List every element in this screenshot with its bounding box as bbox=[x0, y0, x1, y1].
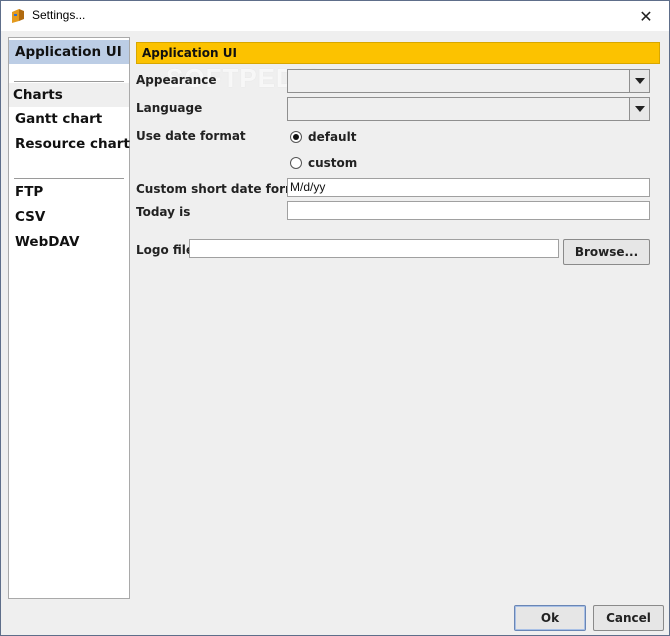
settings-window: Settings... ✕ Application UI Charts Gant… bbox=[0, 0, 670, 636]
cancel-button[interactable]: Cancel bbox=[593, 605, 664, 631]
radio-default-label: default bbox=[308, 130, 357, 144]
nav-item-gantt-chart[interactable]: Gantt chart bbox=[9, 107, 129, 131]
custom-short-date-input[interactable]: M/d/yy bbox=[287, 178, 650, 197]
nav-separator bbox=[14, 81, 124, 82]
today-is-field[interactable] bbox=[287, 201, 650, 220]
chevron-down-icon bbox=[634, 78, 645, 84]
nav-separator bbox=[14, 178, 124, 179]
radio-custom-label: custom bbox=[308, 156, 358, 170]
nav-item-ftp[interactable]: FTP bbox=[9, 180, 129, 204]
nav-item-resource-chart[interactable]: Resource chart bbox=[9, 132, 130, 156]
app-icon bbox=[10, 8, 26, 24]
section-header: Application UI bbox=[136, 42, 660, 64]
browse-button[interactable]: Browse... bbox=[563, 239, 650, 265]
today-is-label: Today is bbox=[136, 205, 191, 219]
language-dropdown-button[interactable] bbox=[629, 98, 649, 120]
settings-nav: Application UI Charts Gantt chart Resour… bbox=[8, 37, 130, 599]
radio-default-indicator[interactable] bbox=[290, 131, 302, 143]
appearance-label: Appearance bbox=[136, 73, 217, 87]
logo-file-input[interactable] bbox=[189, 239, 559, 258]
close-icon: ✕ bbox=[639, 6, 653, 26]
date-format-label: Use date format bbox=[136, 129, 246, 143]
window-title: Settings... bbox=[32, 8, 86, 22]
appearance-select[interactable] bbox=[287, 69, 650, 93]
title-bar[interactable]: Settings... ✕ bbox=[1, 1, 669, 31]
chevron-down-icon bbox=[634, 106, 645, 112]
ok-button[interactable]: Ok bbox=[514, 605, 586, 631]
custom-short-date-label: Custom short date format bbox=[136, 182, 312, 196]
language-select[interactable] bbox=[287, 97, 650, 121]
radio-custom-indicator[interactable] bbox=[290, 157, 302, 169]
appearance-dropdown-button[interactable] bbox=[629, 70, 649, 92]
logo-file-label: Logo file bbox=[136, 243, 195, 257]
close-button[interactable]: ✕ bbox=[623, 1, 669, 31]
language-label: Language bbox=[136, 101, 203, 115]
nav-item-application-ui[interactable]: Application UI bbox=[9, 40, 129, 64]
radio-default[interactable]: default bbox=[290, 130, 356, 144]
nav-item-webdav[interactable]: WebDAV bbox=[9, 230, 129, 254]
nav-group-charts[interactable]: Charts bbox=[9, 83, 129, 107]
radio-custom[interactable]: custom bbox=[290, 156, 357, 170]
nav-item-csv[interactable]: CSV bbox=[9, 205, 129, 229]
